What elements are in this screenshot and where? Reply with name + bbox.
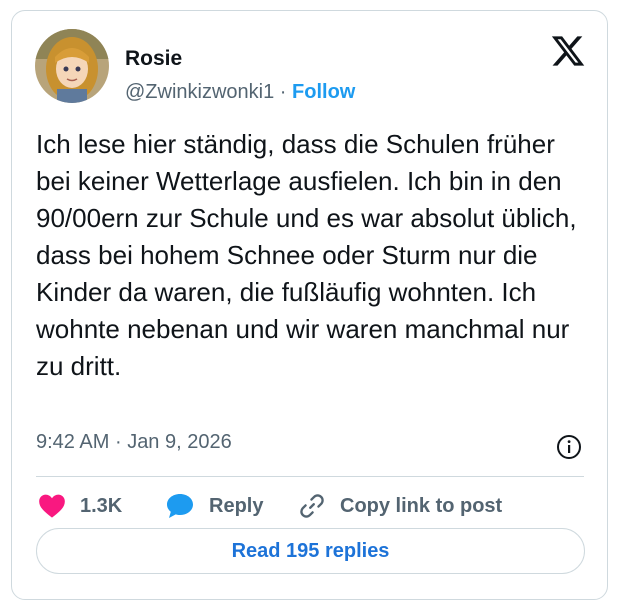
reply-button[interactable]: Reply: [165, 483, 263, 529]
like-button[interactable]: 1.3K: [38, 483, 122, 529]
author-handle-row: @Zwinkizwonki1 · Follow: [125, 81, 355, 104]
reply-label: Reply: [209, 494, 264, 517]
divider: [36, 476, 584, 477]
author-handle[interactable]: @Zwinkizwonki1: [125, 81, 274, 103]
copy-link-button[interactable]: Copy link to post: [298, 483, 502, 529]
tweet-timestamp[interactable]: 9:42 AM · Jan 9, 2026: [36, 431, 232, 454]
tweet-text: Ich lese hier ständig, dass die Schulen …: [36, 129, 577, 381]
tweet-date: Jan 9, 2026: [127, 431, 232, 453]
read-replies-button[interactable]: Read 195 replies: [36, 528, 585, 574]
timestamp-separator: ·: [114, 431, 122, 453]
heart-icon: [39, 494, 65, 518]
avatar[interactable]: [35, 29, 109, 103]
avatar-illustration: [35, 29, 109, 103]
x-logo-icon[interactable]: [550, 33, 586, 69]
speech-bubble-icon: [167, 494, 193, 518]
handle-separator: ·: [279, 81, 287, 103]
link-icon: [300, 494, 324, 518]
tweet-card: Rosie @Zwinkizwonki1 · Follow Ich lese h…: [11, 10, 608, 600]
info-icon[interactable]: [556, 434, 582, 460]
author-name[interactable]: Rosie: [125, 47, 182, 71]
copy-link-label: Copy link to post: [340, 494, 503, 517]
follow-button[interactable]: Follow: [292, 81, 355, 103]
like-count: 1.3K: [80, 494, 123, 517]
tweet-time: 9:42 AM: [36, 431, 110, 453]
